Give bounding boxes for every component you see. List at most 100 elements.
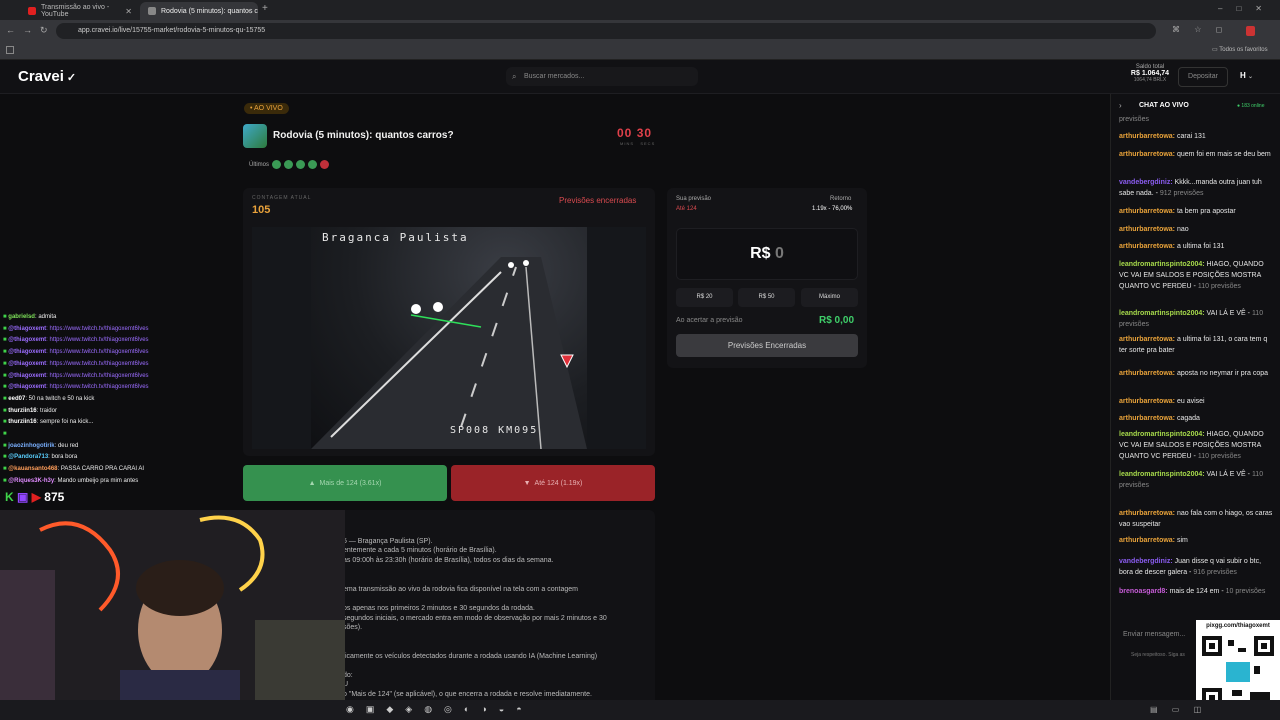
chat-prediction-count: 10 previsões: [1225, 588, 1266, 595]
chat-username[interactable]: leandromartinspinto2004:: [1119, 310, 1205, 317]
search-icon: ⌕: [512, 72, 517, 81]
close-icon[interactable]: ✕: [245, 7, 252, 16]
overlay-chat-message: ■: [3, 431, 7, 437]
result-up-icon: [296, 160, 306, 169]
chat-username[interactable]: brenoasgard8:: [1119, 588, 1168, 595]
chat-input[interactable]: Enviar mensagem...: [1117, 626, 1207, 644]
tab-youtube[interactable]: Transmissão ao vivo - YouTube ✕: [20, 2, 138, 20]
desc-line: ema transmissão ao vivo da rodovia fica …: [343, 586, 579, 593]
chat-username[interactable]: arthurbarretowa:: [1119, 133, 1175, 140]
chat-username[interactable]: arthurbarretowa:: [1119, 208, 1175, 215]
overlay-chat-text: : https://www.twitch.tv/thiagoxemt6lves: [46, 337, 149, 344]
live-video[interactable]: Braganca Paulista SP008 KM095: [252, 227, 646, 449]
window-controls[interactable]: –□✕: [1218, 4, 1276, 13]
logo[interactable]: Cravei ✓: [18, 68, 76, 85]
overlay-chat-text: : https://www.twitch.tv/thiagoxemt6lves: [46, 349, 149, 356]
chat-username[interactable]: arthurbarretowa:: [1119, 415, 1175, 422]
chat-username[interactable]: arthurbarretowa:: [1119, 336, 1175, 343]
chat-message: leandromartinspinto2004: VAI LÁ E VÊ - 1…: [1119, 310, 1264, 328]
browser-tab-bar: Transmissão ao vivo - YouTube ✕ Rodovia …: [0, 0, 1280, 20]
chat-message: arthurbarretowa: carai 131: [1119, 131, 1275, 142]
chat-text: aposta no neymar ir pra copa: [1176, 370, 1269, 377]
quick-amount-50[interactable]: R$ 50: [738, 288, 795, 307]
chat-username[interactable]: arthurbarretowa:: [1119, 398, 1175, 405]
chat-username[interactable]: arthurbarretowa:: [1119, 243, 1175, 250]
page-icon: [148, 7, 156, 15]
chat-message: arthurbarretowa: a ultima foi 131, o car…: [1119, 334, 1275, 356]
taskbar-app-icons[interactable]: ◉▣◆◈◍◎◐◑◒◓: [346, 704, 534, 715]
chat-message: arthurbarretowa: cagada: [1119, 413, 1275, 424]
predictions-closed-button[interactable]: Previsões Encerradas: [676, 334, 858, 357]
avatar[interactable]: H ⌄: [1240, 71, 1253, 80]
nav-buttons[interactable]: ←→↻: [6, 25, 56, 36]
twitch-icon: ▣: [17, 490, 29, 504]
chat-text: VAI LÁ E VÊ: [1206, 310, 1246, 317]
chat-message: arthurbarretowa: sim: [1119, 535, 1275, 546]
chat-text: carai 131: [1176, 133, 1206, 140]
chat-username[interactable]: leandromartinspinto2004:: [1119, 471, 1205, 478]
chat-username[interactable]: leandromartinspinto2004:: [1119, 261, 1205, 268]
chat-username[interactable]: arthurbarretowa:: [1119, 537, 1175, 544]
video-overlay-km: SP008 KM095: [450, 425, 539, 436]
chat-username[interactable]: vandebergdiniz:: [1119, 558, 1173, 565]
overlay-chat-text: : bora bora: [48, 454, 78, 461]
chat-text: sim: [1176, 537, 1188, 544]
chat-message: previsões: [1119, 114, 1275, 125]
video-overlay-location: Braganca Paulista: [322, 231, 469, 244]
road-image: [311, 227, 587, 449]
your-prediction-value: Até 124: [676, 206, 697, 212]
extension-icon[interactable]: [1246, 26, 1255, 36]
collapse-chat-icon[interactable]: ›: [1119, 101, 1122, 110]
tab-cravei[interactable]: Rodovia (5 minutos): quantos c ✕: [140, 2, 258, 20]
overlay-chat-user: @thiagoxemt: [8, 384, 47, 391]
webcam-feed: [0, 510, 345, 700]
overlay-chat-text: : sempre foi na kick...: [36, 419, 94, 426]
deposit-button[interactable]: Depositar: [1178, 67, 1228, 87]
chat-message: brenoasgard8: mais de 124 em - 10 previs…: [1119, 588, 1266, 595]
chat-message: vandebergdiniz: Juan disse q vai subir o…: [1119, 558, 1262, 576]
close-icon[interactable]: ✕: [125, 7, 132, 16]
bet-until-button[interactable]: ▼ Até 124 (1.19x): [451, 465, 655, 501]
quick-amount-20[interactable]: R$ 20: [676, 288, 733, 307]
bet-more-button[interactable]: ▲ Mais de 124 (3.61x): [243, 465, 447, 501]
tab-label: Transmissão ao vivo - YouTube: [40, 4, 110, 18]
new-tab-button[interactable]: +: [262, 3, 268, 14]
quick-amount-max[interactable]: Máximo: [801, 288, 858, 307]
arrow-up-icon: ▲: [308, 479, 316, 487]
stream-overlay-chat: ■ gabrielsd: admita ■ @thiagoxemt : https:…: [0, 300, 190, 510]
overlay-chat-text: : traidor: [36, 407, 57, 414]
chat-prediction-count: 110 previsões: [1197, 283, 1241, 290]
qr-label: pixgg.com/thiagoxemt: [1206, 623, 1270, 629]
chat-username[interactable]: leandromartinspinto2004:: [1119, 431, 1205, 438]
result-down-icon: [320, 160, 330, 169]
overlay-chat-user: gabrielsd: [8, 314, 35, 320]
chat-username[interactable]: arthurbarretowa:: [1119, 370, 1175, 377]
overlay-chat-text: : deu red: [54, 442, 79, 449]
qr-pattern: [1202, 636, 1274, 708]
apps-icon[interactable]: [6, 46, 14, 54]
overlay-chat-message: ■ eed07: 50 na twitch e 50 na kick: [3, 396, 94, 402]
system-tray-icons[interactable]: ▤ ▭ ◫: [1150, 705, 1207, 714]
overlay-chat-user: @Riques3K-h3y: [8, 477, 55, 484]
chat-username[interactable]: arthurbarretowa:: [1119, 151, 1175, 158]
market-title: Rodovia (5 minutos): quantos carros?: [273, 130, 454, 141]
amount-input[interactable]: R$ 0: [676, 228, 858, 280]
chat-username[interactable]: arthurbarretowa:: [1119, 226, 1175, 233]
chevron-down-icon: ⌄: [1248, 74, 1254, 80]
overlay-chat-message: ■ @kauansanto468: PASSA CARRO PRA CARAI …: [3, 466, 144, 472]
live-chat-panel: › CHAT AO VIVO ● 183 online previsões art…: [1110, 94, 1280, 702]
overlay-chat-user: @thiagoxemt: [8, 372, 47, 379]
desc-line: 5 — Bragança Paulista (SP).: [343, 538, 433, 545]
browser-action-icons[interactable]: ⌘ ☆ ◻: [1172, 25, 1228, 34]
chat-username[interactable]: arthurbarretowa:: [1119, 510, 1175, 517]
your-prediction-label: Sua previsão: [676, 196, 712, 202]
all-bookmarks[interactable]: ▭ Todos os favoritos: [1212, 46, 1268, 53]
chat-message: arthurbarretowa: nao: [1119, 224, 1275, 235]
chat-text: VAI LÁ E VÊ: [1206, 471, 1246, 478]
overlay-chat-message: ■ gabrielsd: admita: [3, 314, 56, 320]
url-field[interactable]: app.cravei.io/live/15755-market/rodovia-…: [56, 23, 1156, 39]
chat-prediction-count: 912 previsões: [1159, 190, 1204, 197]
status-text: Previsões encerradas: [559, 196, 637, 205]
chat-username[interactable]: vandebergdiniz:: [1119, 179, 1173, 186]
search-input[interactable]: ⌕ Buscar mercados...: [506, 67, 698, 86]
